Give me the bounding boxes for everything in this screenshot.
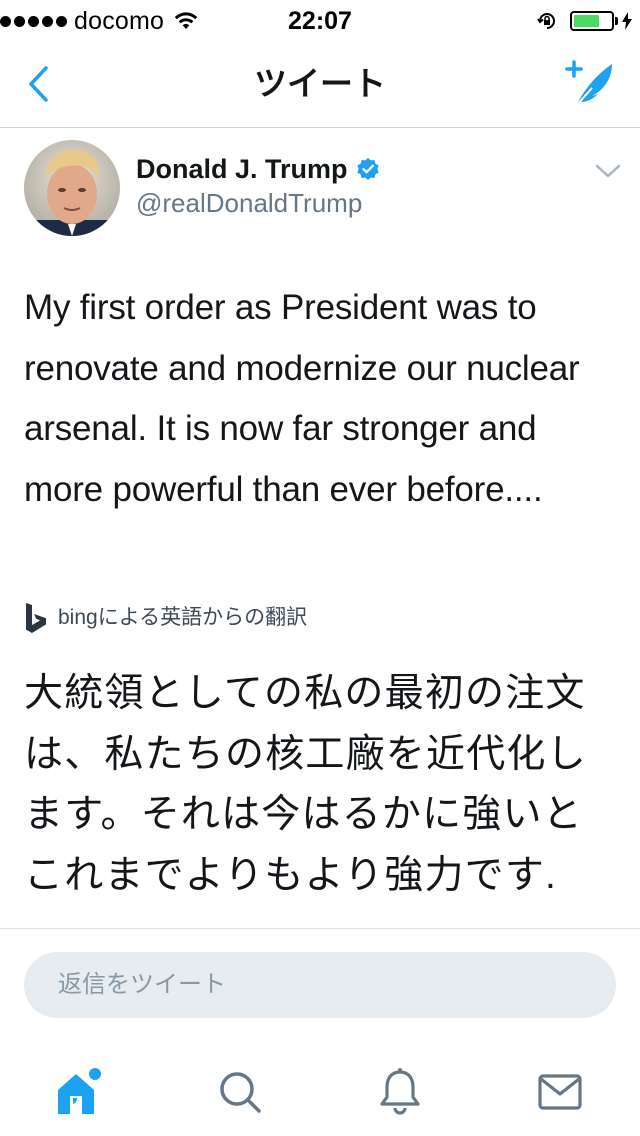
status-right xyxy=(536,8,632,34)
nav-bar: ツイート xyxy=(0,40,640,128)
verified-badge-icon xyxy=(356,158,379,180)
home-icon xyxy=(58,1068,101,1114)
search-icon xyxy=(220,1072,261,1113)
compose-tweet-icon xyxy=(565,60,612,107)
tab-messages[interactable] xyxy=(530,1062,590,1122)
tweet-header: Donald J. Trump @realDonaldTrump xyxy=(24,140,624,240)
rotation-lock-icon xyxy=(537,13,555,29)
tab-search[interactable] xyxy=(210,1062,270,1122)
author-handle[interactable]: @realDonaldTrump xyxy=(136,186,362,220)
bing-logo-icon xyxy=(26,603,46,633)
tab-bar xyxy=(0,1040,640,1136)
avatar[interactable] xyxy=(24,140,120,236)
reply-placeholder: 返信をツイート xyxy=(58,971,226,998)
chevron-down-icon xyxy=(595,164,621,178)
tweet-detail-screen: docomo 22:07 ツイート Donald J. Trump @realD… xyxy=(0,0,640,1136)
translated-text: 大統領としての私の最初の注文は、私たちの核工廠を近代化します。それは今はるかに強… xyxy=(24,672,587,897)
battery-icon xyxy=(570,11,614,31)
reply-input[interactable]: 返信をツイート xyxy=(24,952,616,1018)
tweet-text: My first order as President was to renov… xyxy=(24,288,580,509)
tab-notifications[interactable] xyxy=(370,1062,430,1122)
translation-label: bingによる英語からの翻訳 xyxy=(58,606,308,629)
charging-bolt-icon xyxy=(622,12,632,30)
tweet-menu-button[interactable] xyxy=(592,158,624,184)
translation-attribution[interactable]: bingによる英語からの翻訳 xyxy=(24,600,307,636)
bell-icon xyxy=(380,1068,420,1115)
divider xyxy=(0,928,640,929)
compose-tweet-button[interactable] xyxy=(562,56,618,112)
envelope-icon xyxy=(538,1074,582,1110)
page-title: ツイート xyxy=(254,65,386,102)
tab-home[interactable] xyxy=(48,1062,108,1122)
author-name[interactable]: Donald J. Trump xyxy=(136,152,348,186)
user-name-row: Donald J. Trump xyxy=(136,152,380,186)
status-bar: docomo 22:07 xyxy=(0,0,640,40)
